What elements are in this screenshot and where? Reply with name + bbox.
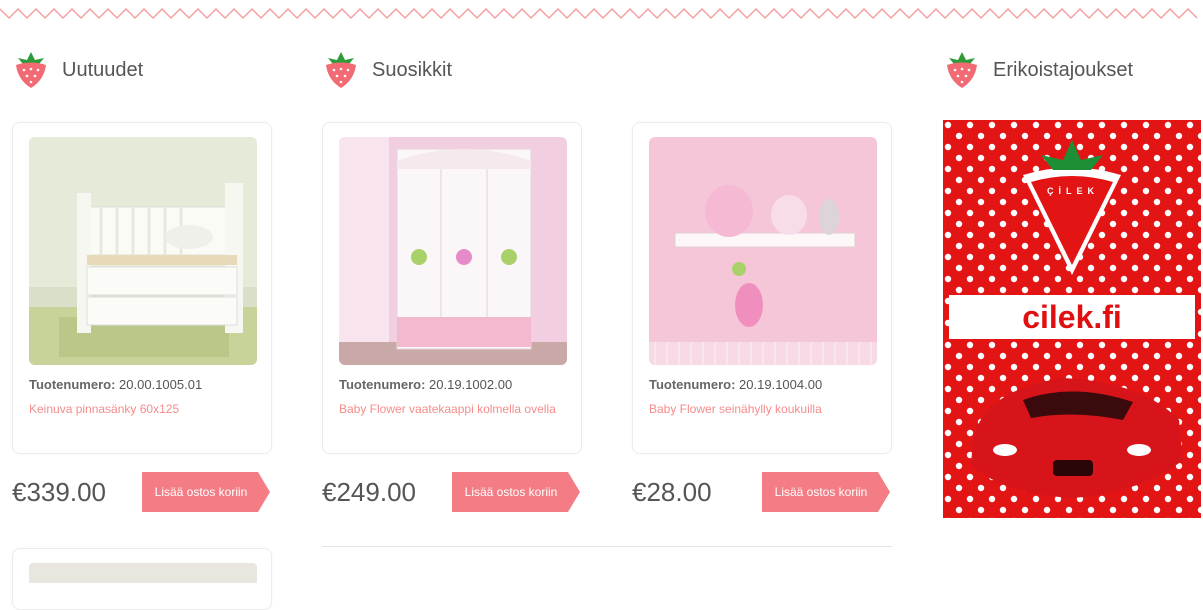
product-card[interactable]: Tuotenumero: 20.19.1002.00 Baby Flower v… <box>322 122 582 454</box>
product-price: €249.00 <box>322 477 416 507</box>
section-heading-specials: Erikoistajoukset <box>943 50 1133 90</box>
specials-banner[interactable]: ÇİLEK cilek.fi <box>943 120 1201 518</box>
product-name-link[interactable]: Baby Flower seinähylly koukuilla <box>649 401 877 418</box>
section-title: Erikoistajoukset <box>993 58 1134 81</box>
product-card[interactable]: Tuotenumero: 20.19.1004.00 Baby Flower s… <box>632 122 892 454</box>
product-image-wardrobe[interactable] <box>339 137 567 365</box>
add-to-cart-button[interactable]: Lisää ostos koriin <box>762 472 890 512</box>
product-number: Tuotenumero: 20.19.1002.00 <box>339 377 513 392</box>
strawberry-icon <box>12 50 50 90</box>
banner-site-label: cilek.fi <box>949 295 1195 339</box>
add-to-cart-button[interactable]: Lisää ostos koriin <box>142 472 270 512</box>
product-number: Tuotenumero: 20.00.1005.01 <box>29 377 203 392</box>
section-title: Uutuudet <box>62 58 144 81</box>
product-number: Tuotenumero: 20.19.1004.00 <box>649 377 823 392</box>
section-heading-new: Uutuudet <box>12 50 143 90</box>
product-image-shelf[interactable] <box>649 137 877 365</box>
strawberry-icon <box>943 50 981 90</box>
add-to-cart-button[interactable]: Lisää ostos koriin <box>452 472 580 512</box>
zigzag-border <box>0 7 1198 20</box>
banner-brand: ÇİLEK <box>1047 186 1099 196</box>
product-price: €339.00 <box>12 477 106 507</box>
product-name-link[interactable]: Baby Flower vaatekaappi kolmella ovella <box>339 401 567 418</box>
section-divider <box>322 546 892 547</box>
product-card[interactable]: Tuotenumero: 20.00.1005.01 Keinuva pinna… <box>12 122 272 454</box>
product-card-partial[interactable] <box>12 548 272 610</box>
strawberry-icon <box>322 50 360 90</box>
section-title: Suosikkit <box>372 58 453 81</box>
product-name-link[interactable]: Keinuva pinnasänky 60x125 <box>29 401 257 418</box>
product-image-crib[interactable] <box>29 137 257 365</box>
section-heading-favorites: Suosikkit <box>322 50 452 90</box>
product-image-partial[interactable] <box>29 563 257 583</box>
product-price: €28.00 <box>632 477 712 507</box>
